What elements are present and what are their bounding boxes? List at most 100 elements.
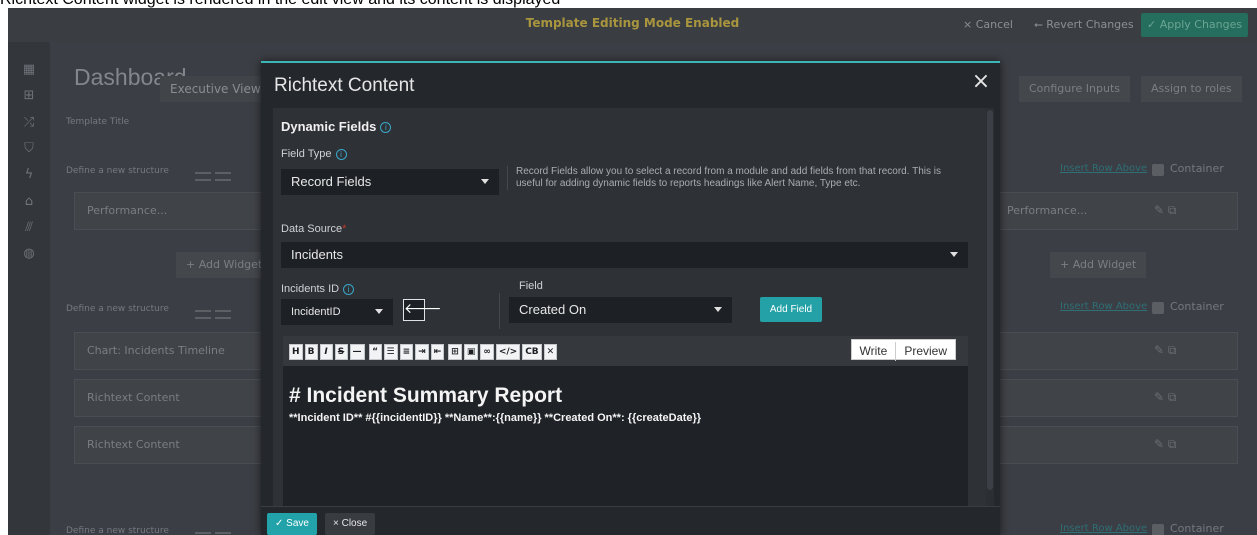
bank-icon[interactable]: ⌂ — [21, 194, 37, 210]
cancel-button[interactable]: × Cancel — [957, 13, 1019, 37]
markdown-editor: H B I S — “☰ ≡ ⇥ ⇤ ⊞ ▣ ∞ </> CB ✕ Write Preview # Incid… — [283, 336, 968, 514]
incidents-id-value: IncidentID — [291, 306, 341, 318]
widget-title: Chart: Incidents Timeline — [87, 344, 225, 357]
edit-copy-icons[interactable]: ✎ ⧉ — [1154, 203, 1176, 218]
field-select[interactable]: Created On — [509, 297, 732, 323]
chevron-down-icon — [481, 179, 489, 184]
insert-row-above-link[interactable]: Insert Row Above — [1060, 301, 1147, 312]
chevron-down-icon — [950, 252, 958, 257]
dynamic-fields-title: Dynamic Fields — [281, 119, 377, 134]
tab-write[interactable]: Write — [852, 342, 896, 361]
outdent-button[interactable]: ⇤ — [430, 344, 445, 360]
info-icon[interactable]: i — [380, 122, 392, 134]
code-block-button[interactable]: CB — [522, 344, 542, 360]
insert-row-above-link[interactable]: Insert Row Above — [1060, 163, 1147, 174]
modal-footer: ✓ Save × Close — [261, 506, 1000, 535]
shield-icon[interactable]: ⛉ — [21, 141, 37, 157]
layout-bars-icon[interactable] — [195, 304, 255, 319]
insert-arrow-button[interactable]: 🡐 — [403, 299, 442, 321]
edit-copy-icons[interactable]: ✎ ⧉ — [1154, 437, 1176, 452]
link-button[interactable]: ∞ — [480, 344, 494, 360]
sitemap-icon[interactable]: ⊞ — [21, 88, 37, 104]
add-widget-button[interactable]: + Add Widget — [176, 252, 273, 278]
save-button[interactable]: ✓ Save — [267, 513, 317, 535]
page-caption: Richtext Content widget is rendered in t… — [0, 0, 1257, 8]
heading-button[interactable]: H — [289, 344, 303, 360]
richtext-modal: Richtext Content × Dynamic Fields i Field… — [261, 61, 1000, 535]
horizontal-rule-button[interactable]: — — [349, 344, 365, 360]
insert-row-above-link[interactable]: Insert Row Above — [1060, 523, 1147, 534]
data-source-select[interactable]: Incidents — [281, 242, 968, 268]
scroll-thumb[interactable] — [987, 110, 993, 490]
define-structure-label: Define a new structure — [66, 304, 169, 314]
modal-header: Richtext Content × — [261, 63, 1000, 108]
ordered-list-button[interactable]: ≡ — [399, 344, 414, 360]
widget-row[interactable]: Richtext Content — [74, 379, 264, 417]
field-type-label-text: Field Type — [281, 148, 332, 160]
add-field-button[interactable]: Add Field — [760, 297, 822, 322]
write-preview-toggle: Write Preview — [850, 339, 956, 361]
widget-title: Performance... — [87, 204, 168, 217]
data-source-label-text: Data Source — [281, 223, 343, 235]
chart-icon[interactable]: ⫻ — [21, 220, 37, 236]
italic-button[interactable]: I — [319, 344, 333, 360]
widget-row[interactable]: Richtext Content — [74, 426, 264, 464]
app-window: Template Editing Mode Enabled × Cancel ⭠… — [8, 8, 1257, 535]
container-label: Container — [1170, 522, 1224, 535]
add-widget-button[interactable]: + Add Widget — [1050, 252, 1147, 278]
dashboard-icon[interactable]: ▦ — [21, 62, 37, 78]
assign-roles-button[interactable]: Assign to roles — [1141, 76, 1242, 102]
required-mark: * — [342, 223, 347, 235]
bold-button[interactable]: B — [304, 344, 318, 360]
revert-changes-button[interactable]: ⭠ Revert Changes — [1028, 13, 1140, 37]
code-button[interactable]: </> — [495, 344, 521, 360]
incidents-id-select[interactable]: IncidentID — [281, 299, 393, 325]
dynamic-fields-heading: Dynamic Fields i — [281, 119, 392, 134]
image-button[interactable]: ▣ — [463, 344, 479, 360]
apply-changes-button[interactable]: ✓ Apply Changes — [1141, 13, 1249, 37]
close-button[interactable]: × Close — [325, 513, 376, 535]
widget-row[interactable]: Performance... — [74, 192, 264, 230]
close-icon[interactable]: × — [968, 69, 994, 95]
strikethrough-button[interactable]: S — [334, 344, 348, 360]
template-title-label: Template Title — [66, 117, 130, 127]
editor-toolbar: H B I S — “☰ ≡ ⇥ ⇤ ⊞ ▣ ∞ </> CB ✕ — [289, 344, 559, 361]
fullscreen-button[interactable]: ✕ — [543, 344, 558, 360]
unordered-list-button[interactable]: ☰ — [383, 344, 398, 360]
editor-heading-line: # Incident Summary Report — [289, 384, 563, 407]
edit-copy-icons[interactable]: ✎ ⧉ — [1154, 343, 1176, 358]
quote-button[interactable]: “ — [368, 344, 382, 360]
define-structure-label: Define a new structure — [66, 526, 169, 535]
widget-row[interactable]: ✎ ⧉ — [998, 379, 1238, 417]
widget-row[interactable]: Chart: Incidents Timeline — [74, 332, 264, 370]
editor-textarea[interactable]: # Incident Summary Report **Incident ID*… — [283, 366, 968, 514]
divider — [499, 293, 500, 329]
shuffle-icon[interactable]: ⤮ — [21, 115, 37, 131]
container-checkbox[interactable] — [1152, 524, 1164, 535]
topbar: Template Editing Mode Enabled × Cancel ⭠… — [8, 8, 1257, 42]
info-icon[interactable]: i — [335, 148, 347, 160]
container-checkbox[interactable] — [1152, 164, 1164, 176]
container-label: Container — [1170, 300, 1224, 313]
widget-title: Performance... — [1007, 204, 1088, 217]
field-type-select[interactable]: Record Fields — [281, 169, 499, 195]
layout-bars-icon[interactable] — [195, 526, 255, 535]
configure-inputs-button[interactable]: Configure Inputs — [1019, 76, 1131, 102]
modal-scrollbar[interactable] — [986, 108, 994, 506]
container-checkbox[interactable] — [1152, 302, 1164, 314]
info-icon[interactable]: i — [343, 283, 355, 295]
indent-button[interactable]: ⇥ — [415, 344, 429, 360]
field-type-help: Record Fields allow you to select a reco… — [507, 166, 969, 190]
data-source-label: Data Source* — [281, 223, 346, 235]
table-button[interactable]: ⊞ — [448, 344, 462, 360]
chevron-down-icon — [714, 307, 722, 312]
define-structure-label: Define a new structure — [66, 166, 169, 176]
bolt-icon[interactable]: ϟ — [21, 167, 37, 183]
globe-icon[interactable]: ◍ — [21, 246, 37, 262]
tab-preview[interactable]: Preview — [895, 342, 955, 361]
layout-bars-icon[interactable] — [195, 166, 255, 181]
widget-row[interactable]: ✎ ⧉ — [998, 332, 1238, 370]
widget-row[interactable]: Performance... ✎ ⧉ — [998, 192, 1238, 230]
widget-row[interactable]: ✎ ⧉ — [998, 426, 1238, 464]
edit-copy-icons[interactable]: ✎ ⧉ — [1154, 390, 1176, 405]
